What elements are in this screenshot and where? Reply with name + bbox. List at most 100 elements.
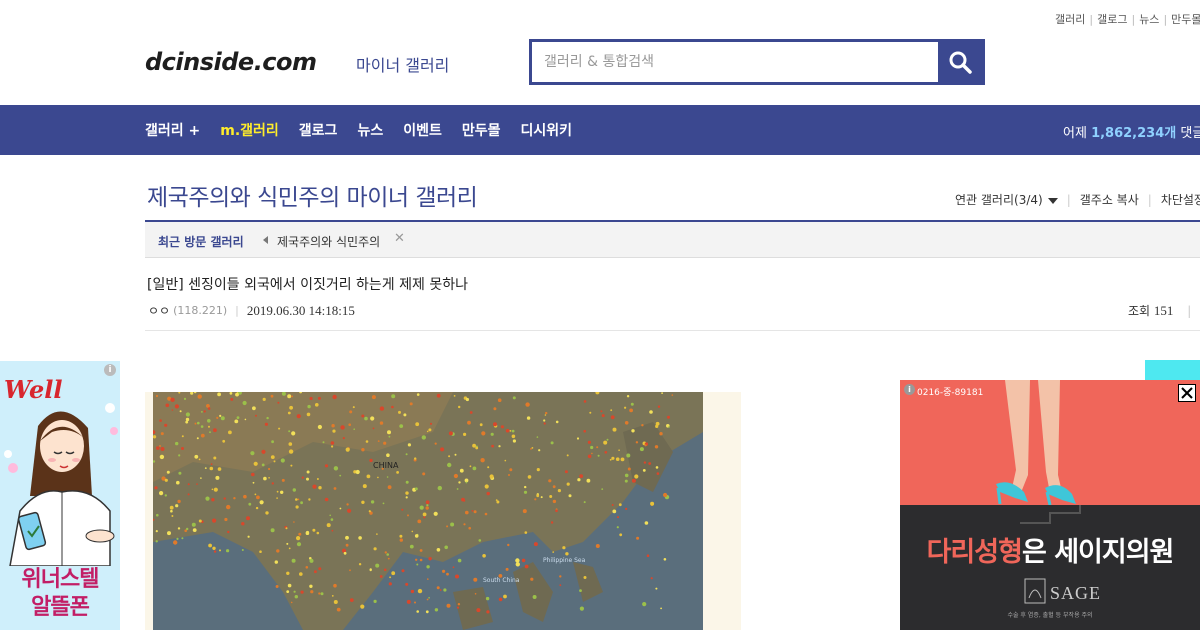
map-dot [332, 394, 337, 400]
map-dot [213, 428, 217, 433]
right-ad-banner[interactable]: i 0216-중-89181 다리성형은 세이지의원 SAGE 수술 후 염증,… [900, 380, 1200, 630]
map-dot [405, 582, 409, 586]
map-dot [500, 425, 504, 429]
search-icon [949, 51, 972, 74]
map-dot [229, 392, 233, 395]
map-dot [530, 577, 534, 581]
info-icon[interactable]: i [904, 384, 915, 395]
side-banner-edge[interactable] [1145, 360, 1200, 382]
map-dot [549, 495, 553, 498]
map-dot [318, 567, 322, 571]
map-dot [639, 447, 644, 452]
map-dot [490, 432, 494, 436]
map-dot [200, 477, 202, 479]
map-dot [504, 459, 507, 462]
map-dot [204, 467, 207, 469]
map-dot [171, 515, 174, 517]
map-dot [297, 498, 300, 501]
map-dot [399, 424, 404, 428]
site-logo[interactable]: dcinside.com [145, 48, 317, 76]
map-dot [612, 509, 617, 514]
map-dot [618, 503, 622, 507]
map-dot [270, 455, 275, 459]
map-dot [223, 497, 226, 500]
map-dot [196, 437, 199, 440]
map-dot [596, 446, 599, 449]
map-dot [255, 414, 257, 417]
map-dot [268, 477, 270, 479]
nav-event[interactable]: 이벤트 [403, 120, 442, 140]
map-dot [604, 451, 608, 454]
map-dot [197, 394, 202, 399]
map-dot [423, 516, 426, 519]
top-link-gallery[interactable]: 갤러리 [1055, 13, 1085, 26]
search-bar [529, 39, 985, 85]
map-dot [656, 472, 660, 475]
map-dot [368, 510, 371, 513]
map-dot [552, 485, 556, 489]
post-image-map[interactable]: CHINA Philippine Sea South China [153, 392, 703, 630]
nav-gallery-plus[interactable]: 갤러리 + [145, 120, 200, 140]
arrow-left-icon[interactable] [263, 236, 268, 244]
nav-mandumall[interactable]: 만두몰 [462, 120, 501, 140]
map-dot [276, 497, 278, 499]
related-gallery-dropdown[interactable]: 연관 갤러리(3/4) [955, 191, 1058, 208]
close-icon[interactable]: ✕ [394, 231, 405, 246]
post-author[interactable]: ㅇㅇ [148, 302, 170, 319]
map-dot [461, 497, 465, 502]
map-dot [256, 495, 260, 500]
map-dot [587, 440, 591, 444]
map-dot [340, 425, 345, 430]
map-dot [177, 499, 181, 504]
map-dot [612, 427, 617, 432]
map-dot [386, 553, 389, 556]
nav-gallog[interactable]: 갤로그 [299, 120, 338, 140]
nav-minor-gallery[interactable]: m.갤러리 [220, 120, 279, 140]
close-icon[interactable] [1178, 384, 1196, 402]
info-icon[interactable]: i [104, 364, 116, 376]
gallery-title[interactable]: 제국주의와 식민주의 마이너 갤러리 [147, 178, 478, 212]
search-input[interactable] [532, 42, 938, 82]
map-dot [416, 563, 419, 566]
map-dot [219, 549, 221, 552]
map-dot [456, 488, 459, 490]
top-link-news[interactable]: 뉴스 [1139, 13, 1159, 26]
nav-dcwiki[interactable]: 디시위키 [520, 120, 572, 140]
map-dot [164, 478, 168, 482]
post-meta: ㅇㅇ (118.221) | 2019.06.30 14:18:15 [148, 302, 355, 319]
map-dot [208, 543, 212, 548]
map-dot [472, 466, 477, 471]
map-dot [205, 496, 210, 501]
map-dot [222, 439, 226, 443]
map-dot [476, 608, 481, 613]
block-settings-button[interactable]: 차단설정 [1161, 191, 1200, 208]
site-logo-sub[interactable]: 마이너 갤러리 [356, 52, 449, 76]
nav-news[interactable]: 뉴스 [357, 120, 383, 140]
map-dot [213, 550, 217, 553]
map-dot [159, 454, 165, 460]
map-dot [200, 433, 205, 438]
map-dot [552, 499, 557, 504]
map-dot [381, 467, 384, 470]
map-dot [436, 393, 441, 398]
map-dot [308, 498, 311, 501]
map-dot [288, 547, 291, 550]
left-ad-banner[interactable]: Well i 위너스텔 알뜰폰 [0, 361, 120, 630]
map-dot [498, 574, 503, 578]
map-dot [252, 481, 255, 484]
map-dot [324, 464, 329, 468]
map-dot [606, 438, 609, 441]
map-dot [259, 500, 264, 505]
top-link-mandumall[interactable]: 만두몰 [1171, 13, 1200, 26]
copy-address-button[interactable]: 갤주소 복사 [1080, 191, 1139, 208]
map-dot [280, 458, 285, 463]
map-dot [512, 439, 516, 443]
map-dot [178, 471, 182, 475]
recent-gallery-link[interactable]: 제국주의와 식민주의 [277, 233, 380, 250]
map-dot [287, 583, 292, 588]
search-button[interactable] [938, 42, 982, 82]
map-dot [391, 571, 396, 576]
top-link-gallog[interactable]: 갤로그 [1097, 13, 1127, 26]
map-dot [156, 446, 160, 450]
map-dot [212, 518, 217, 523]
